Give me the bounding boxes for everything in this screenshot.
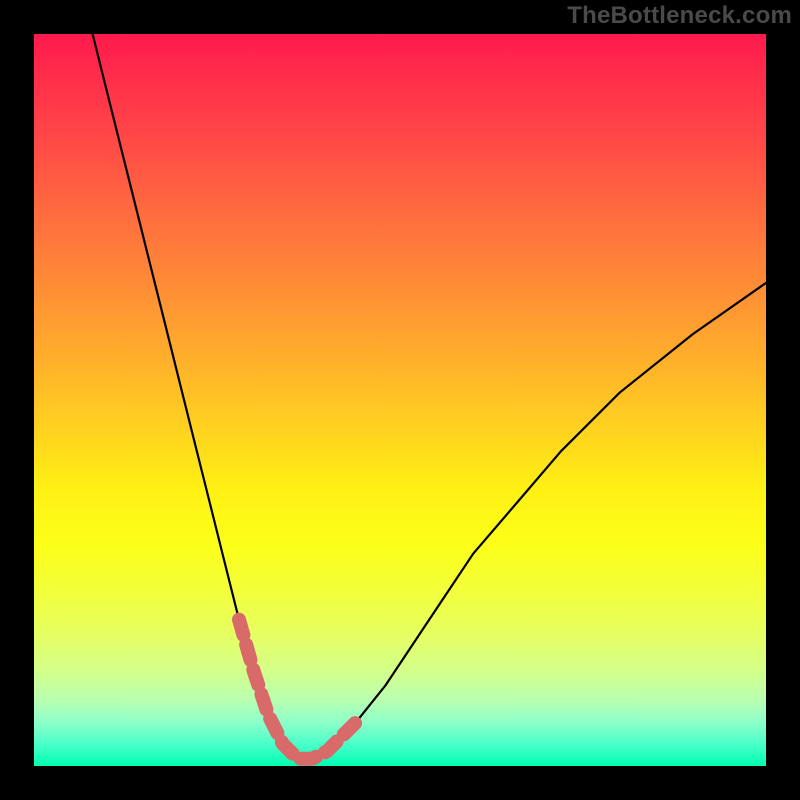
bottleneck-curve-path bbox=[93, 34, 766, 759]
bottleneck-curve-svg bbox=[34, 34, 766, 766]
chart-frame: TheBottleneck.com bbox=[0, 0, 800, 800]
plot-area bbox=[34, 34, 766, 766]
watermark-text: TheBottleneck.com bbox=[567, 2, 792, 30]
bottleneck-highlight-path bbox=[239, 620, 356, 759]
